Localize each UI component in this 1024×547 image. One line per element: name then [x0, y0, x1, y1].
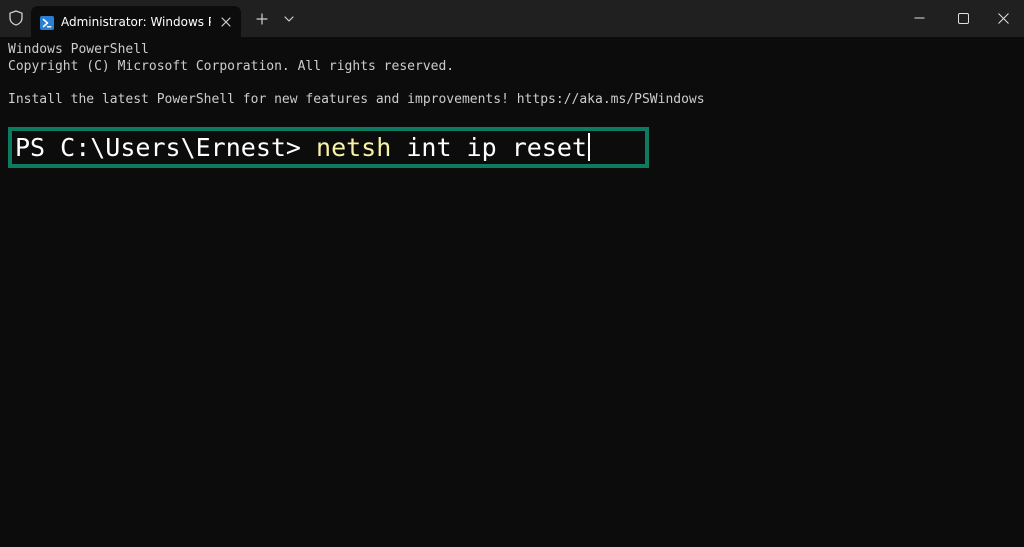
text-cursor — [587, 133, 590, 161]
powershell-icon — [40, 15, 54, 30]
terminal-window: Administrator: Windows PowerShell — [0, 0, 1024, 547]
command-args: int ip reset — [391, 133, 587, 162]
prompt-text: PS C:\Users\Ernest> — [15, 133, 317, 162]
command-prompt-line[interactable]: PS C:\Users\Ernest> netsh int ip reset — [15, 132, 590, 164]
terminal-line: Copyright (C) Microsoft Corporation. All… — [8, 59, 455, 74]
chevron-down-icon — [284, 16, 294, 22]
maximize-icon — [957, 12, 969, 24]
tab-title: Administrator: Windows PowerShell — [61, 15, 211, 29]
tab-powershell[interactable]: Administrator: Windows PowerShell — [31, 6, 241, 37]
title-bar[interactable]: Administrator: Windows PowerShell — [0, 0, 1024, 37]
command-name: netsh — [316, 133, 392, 162]
minimize-icon — [914, 17, 924, 19]
close-window-button[interactable] — [980, 0, 1024, 36]
terminal-line: Windows PowerShell — [8, 42, 149, 57]
shield-icon — [6, 8, 26, 28]
tab-dropdown-button[interactable] — [279, 8, 299, 30]
close-icon[interactable] — [217, 13, 235, 31]
plus-icon — [256, 13, 268, 25]
new-tab-button[interactable] — [251, 8, 273, 30]
close-icon — [997, 12, 1009, 24]
terminal-output[interactable]: Windows PowerShell Copyright (C) Microso… — [0, 37, 1024, 547]
minimize-button[interactable] — [896, 0, 942, 36]
terminal-line: Install the latest PowerShell for new fe… — [8, 92, 705, 107]
